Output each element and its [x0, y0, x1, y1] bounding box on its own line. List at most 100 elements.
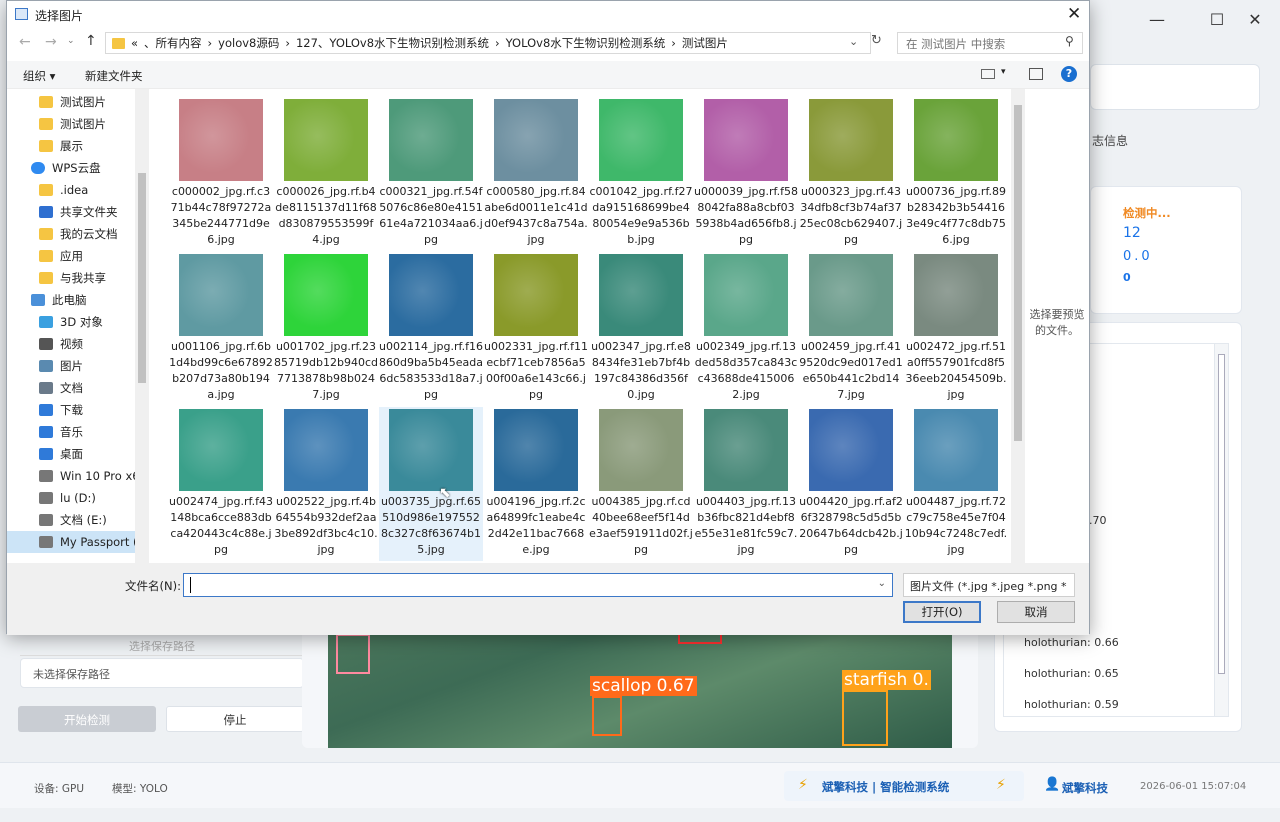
dialog-titlebar[interactable]: 选择图片 ✕ — [7, 1, 1089, 29]
nav-item-label: 共享文件夹 — [60, 205, 118, 219]
folder-icon — [39, 250, 53, 262]
nav-item-label: 下载 — [60, 403, 83, 417]
recent-dropdown-icon[interactable]: ⌄ — [67, 36, 75, 46]
file-tile[interactable]: u004420_jpg.rf.af26f328798c5d5d5b20647b6… — [799, 407, 903, 561]
file-tile[interactable]: u002114_jpg.rf.f16860d9ba5b45eada6dc5835… — [379, 252, 483, 406]
filetype-select[interactable]: 图片文件 (*.jpg *.jpeg *.png * — [903, 573, 1075, 597]
nav-item[interactable]: Win 10 Pro x64 — [7, 465, 149, 487]
file-tile[interactable]: c000321_jpg.rf.54f5076c86e80e415161e4a72… — [379, 97, 483, 251]
forward-icon[interactable]: → — [45, 34, 57, 50]
nav-item[interactable]: My Passport (G — [7, 531, 149, 553]
new-folder-button[interactable]: 新建文件夹 — [85, 68, 143, 84]
nav-item[interactable]: 测试图片 — [7, 91, 149, 113]
start-detection-button[interactable]: 开始检测 — [18, 706, 156, 732]
nav-item[interactable]: 应用 — [7, 245, 149, 267]
nav-item[interactable]: 与我共享 — [7, 267, 149, 289]
nav-item[interactable]: 下载 — [7, 399, 149, 421]
file-name: u003735_jpg.rf.65510d986e1975528c327c8f6… — [380, 495, 482, 556]
file-tile[interactable]: u002474_jpg.rf.f43148bca6cce883dbca42044… — [169, 407, 273, 561]
maximize-icon[interactable]: ☐ — [1202, 10, 1232, 29]
file-tile[interactable]: u000323_jpg.rf.4334dfb8cf3b74af3725ec08c… — [799, 97, 903, 251]
file-name: c000026_jpg.rf.b4de8115137d11f68d8308795… — [275, 185, 377, 246]
file-tile[interactable]: u001702_jpg.rf.2385719db12b940cd7713878b… — [274, 252, 378, 406]
file-tile[interactable]: c000002_jpg.rf.c371b44c78f97272a345be244… — [169, 97, 273, 251]
nav-item[interactable]: 此电脑 — [7, 289, 149, 311]
minimize-icon[interactable]: — — [1142, 10, 1172, 29]
file-tile[interactable]: u002347_jpg.rf.e88434fe31eb7bf4b197c8438… — [589, 252, 693, 406]
nav-scrollbar[interactable] — [135, 89, 149, 563]
file-name: u000323_jpg.rf.4334dfb8cf3b74af3725ec08c… — [799, 185, 903, 246]
nav-item[interactable]: 桌面 — [7, 443, 149, 465]
scroll-thumb[interactable] — [1218, 354, 1225, 674]
breadcrumb-item[interactable]: 、所有内容 — [144, 35, 202, 51]
nav-item[interactable]: WPS云盘 — [7, 157, 149, 179]
file-tile[interactable]: u002349_jpg.rf.13ded58d357ca843cc43688de… — [694, 252, 798, 406]
files-scroll-thumb[interactable] — [1014, 105, 1022, 441]
nav-item[interactable]: 文档 (E:) — [7, 509, 149, 531]
file-tile[interactable]: c001042_jpg.rf.f27da915168699be480054e9e… — [589, 97, 693, 251]
nav-item[interactable]: 展示 — [7, 135, 149, 157]
breadcrumb-item[interactable]: yolov8源码 — [218, 35, 279, 51]
help-icon[interactable]: ? — [1061, 66, 1077, 82]
refresh-icon[interactable]: ↻ — [871, 33, 882, 48]
folder-icon — [112, 37, 125, 49]
nav-item[interactable]: 共享文件夹 — [7, 201, 149, 223]
nav-item[interactable]: 视频 — [7, 333, 149, 355]
view-dropdown-icon[interactable]: ▾ — [1001, 67, 1006, 77]
view-options-icon[interactable] — [981, 69, 995, 79]
nav-item[interactable]: 测试图片 — [7, 113, 149, 135]
file-tile[interactable]: u002472_jpg.rf.51a0ff557901fcd8f536eeb20… — [904, 252, 1008, 406]
cancel-button[interactable]: 取消 — [997, 601, 1075, 623]
nav-item[interactable]: 图片 — [7, 355, 149, 377]
file-tile[interactable]: u002459_jpg.rf.419520dc9ed017ed1e650b441… — [799, 252, 903, 406]
nav-item[interactable]: .idea — [7, 179, 149, 201]
address-bar[interactable]: « 、所有内容 › yolov8源码 › 127、YOLOv8水下生物识别检测系… — [105, 32, 871, 54]
file-tile[interactable]: c000026_jpg.rf.b4de8115137d11f68d8308795… — [274, 97, 378, 251]
tab-log-info[interactable]: 志信息 — [1092, 132, 1128, 149]
dialog-footer: 文件名(N): ⌄ 图片文件 (*.jpg *.jpeg *.png * 打开(… — [7, 563, 1089, 635]
back-icon[interactable]: ← — [19, 34, 31, 50]
breadcrumb-separator: › — [285, 36, 290, 50]
results-scrollbar[interactable] — [1214, 344, 1228, 716]
file-tile[interactable]: u004403_jpg.rf.13b36fbc821d4ebf8e55e31e8… — [694, 407, 798, 561]
nav-item[interactable]: 我的云文档 — [7, 223, 149, 245]
file-tile[interactable]: u003735_jpg.rf.65510d986e1975528c327c8f6… — [379, 407, 483, 561]
stop-button[interactable]: 停止 — [166, 706, 304, 732]
nav-item[interactable]: 文档 — [7, 377, 149, 399]
file-thumbnail — [599, 409, 683, 491]
file-tile[interactable]: u000039_jpg.rf.f588042fa88a8cbf035938b4a… — [694, 97, 798, 251]
file-tile[interactable]: u004196_jpg.rf.2ca64899fc1eabe4c2d42e11b… — [484, 407, 588, 561]
file-tile[interactable]: u004487_jpg.rf.72c79c758e45e7f0410b94c72… — [904, 407, 1008, 561]
file-thumbnail — [809, 99, 893, 181]
file-tile[interactable]: c000580_jpg.rf.84abe6d0011e1c41dd0ef9437… — [484, 97, 588, 251]
breadcrumb-item[interactable]: 127、YOLOv8水下生物识别检测系统 — [296, 35, 489, 51]
left-control-panel: 选择保存路径 未选择保存路径 开始检测 停止 — [10, 620, 310, 746]
file-tile[interactable]: u004385_jpg.rf.cd40bee68eef5f14de3aef591… — [589, 407, 693, 561]
nav-scroll-thumb[interactable] — [138, 173, 146, 383]
text-cursor — [190, 577, 191, 593]
nav-item[interactable]: lu (D:) — [7, 487, 149, 509]
filename-input[interactable]: ⌄ — [183, 573, 893, 597]
file-name: u000736_jpg.rf.89b28342b3b544163e49c4f77… — [905, 185, 1007, 246]
address-dropdown-icon[interactable]: ⌄ — [849, 35, 858, 48]
file-tile[interactable]: u000736_jpg.rf.89b28342b3b544163e49c4f77… — [904, 97, 1008, 251]
open-button[interactable]: 打开(O) — [903, 601, 981, 623]
nav-item[interactable]: 3D 对象 — [7, 311, 149, 333]
nav-item[interactable]: 音乐 — [7, 421, 149, 443]
up-icon[interactable]: ↑ — [85, 33, 97, 49]
nav-item-label: Win 10 Pro x64 — [60, 469, 147, 483]
filename-dropdown-icon[interactable]: ⌄ — [878, 578, 886, 589]
organize-menu[interactable]: 组织 ▾ — [23, 68, 55, 84]
close-icon[interactable]: ✕ — [1067, 4, 1081, 24]
file-tile[interactable]: u001106_jpg.rf.6b1d4bd99c6e67892b207d73a… — [169, 252, 273, 406]
breadcrumb-item[interactable]: 测试图片 — [682, 35, 728, 51]
files-scrollbar[interactable] — [1011, 89, 1025, 563]
file-name: u004487_jpg.rf.72c79c758e45e7f0410b94c72… — [904, 495, 1008, 556]
breadcrumb-item[interactable]: YOLOv8水下生物识别检测系统 — [506, 35, 666, 51]
file-tile[interactable]: u002522_jpg.rf.4b64554b932def2aa3be892df… — [274, 407, 378, 561]
file-tile[interactable]: u002331_jpg.rf.f11ecbf71ceb7856a500f00a6… — [484, 252, 588, 406]
search-input[interactable]: 在 测试图片 中搜索 — [897, 32, 1083, 54]
close-app-icon[interactable]: ✕ — [1240, 10, 1270, 29]
breadcrumb-overflow[interactable]: « — [131, 36, 138, 50]
preview-pane-icon[interactable] — [1029, 68, 1043, 80]
